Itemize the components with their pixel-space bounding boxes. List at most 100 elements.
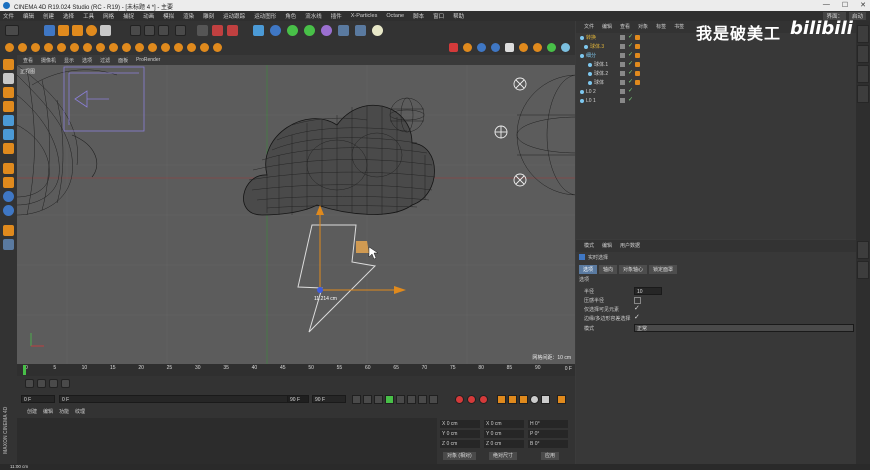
- menu-plugins[interactable]: 插件: [331, 12, 342, 20]
- x-axis-lock-icon[interactable]: [130, 25, 141, 36]
- coord-x-size-field[interactable]: X 0 cm: [484, 420, 524, 428]
- tab-structure[interactable]: [857, 65, 869, 83]
- om-menu-file[interactable]: 文件: [584, 23, 594, 31]
- uv-tool-icon[interactable]: [3, 143, 14, 154]
- texture-axis-icon[interactable]: [3, 87, 14, 98]
- coord-y-size-field[interactable]: Y 0 cm: [484, 430, 524, 438]
- menu-motion-tracking[interactable]: 运动跟踪: [223, 12, 245, 20]
- key-rotation-icon[interactable]: [519, 395, 528, 404]
- octane-live-icon[interactable]: [463, 43, 472, 52]
- menu-sculpt[interactable]: 雕刻: [203, 12, 214, 20]
- close-button[interactable]: ✕: [860, 1, 866, 9]
- octane-sphere-icon[interactable]: [491, 43, 500, 52]
- quantize-icon[interactable]: [200, 43, 209, 52]
- pen-spline-icon[interactable]: [270, 25, 281, 36]
- checker-texture-icon[interactable]: [3, 73, 14, 84]
- go-to-end-icon[interactable]: [418, 395, 427, 404]
- enabled-check-icon[interactable]: ✓: [628, 96, 633, 104]
- am-menu-userdata[interactable]: 用户数据: [620, 242, 640, 250]
- material-menu-texture[interactable]: 纹理: [75, 408, 85, 416]
- om-menu-objects[interactable]: 对象: [638, 23, 648, 31]
- scale-icon[interactable]: [72, 25, 83, 36]
- grid-tool-icon[interactable]: [3, 239, 14, 250]
- snapping-tool-icon[interactable]: [3, 191, 14, 202]
- deformer-icon[interactable]: [321, 25, 332, 36]
- render-view-icon[interactable]: [197, 25, 208, 36]
- edge-mode-icon[interactable]: [70, 43, 79, 52]
- front-viewport[interactable]: 正视图 11.214 cm 网格间距：10 cm: [17, 65, 575, 364]
- soft-selection-icon[interactable]: [148, 43, 157, 52]
- keyframe-icon[interactable]: [37, 379, 46, 388]
- vp-menu-prorender[interactable]: ProRender: [136, 57, 160, 63]
- coord-apply-button[interactable]: 应用: [541, 452, 560, 460]
- menu-render[interactable]: 渲染: [183, 12, 194, 20]
- vp-menu-display[interactable]: 显示: [64, 57, 74, 64]
- menu-snap[interactable]: 捕捉: [123, 12, 134, 20]
- menu-pipeline[interactable]: 流水线: [305, 12, 322, 20]
- recent-tool-icon[interactable]: [100, 25, 111, 36]
- menu-tools[interactable]: 工具: [83, 12, 94, 20]
- array-icon[interactable]: [304, 25, 315, 36]
- attr-tab-axis[interactable]: 轴向: [599, 265, 618, 274]
- attr-tab-object-axis[interactable]: 对象轴心: [619, 265, 648, 274]
- enabled-check-icon[interactable]: ✓: [628, 33, 633, 41]
- object-tag-icon[interactable]: [635, 53, 640, 58]
- visibility-dot-icon[interactable]: [620, 53, 625, 58]
- octane-material-icon[interactable]: [477, 43, 486, 52]
- timeline-ruler[interactable]: 0 5 10 15 20 25 30 35 40 45 50 55 60 65 70 75 80 85 90 0 F: [17, 364, 575, 376]
- make-editable-tool-icon[interactable]: [3, 59, 14, 70]
- next-frame-icon[interactable]: [396, 395, 405, 404]
- octane-settings-icon[interactable]: [561, 43, 570, 52]
- maximize-button[interactable]: ☐: [842, 1, 848, 9]
- onion-icon[interactable]: [61, 379, 70, 388]
- object-row[interactable]: L0 1 ✓: [580, 97, 850, 105]
- rotate-icon[interactable]: [86, 25, 97, 36]
- coordinate-system-icon[interactable]: [175, 25, 186, 36]
- prev-frame-icon[interactable]: [374, 395, 383, 404]
- next-key-icon[interactable]: [407, 395, 416, 404]
- planar-workplane-icon[interactable]: [213, 43, 222, 52]
- object-row[interactable]: L0 2 ✓: [580, 88, 850, 96]
- enable-axis-icon[interactable]: [174, 43, 183, 52]
- lock-workplane-icon[interactable]: [187, 43, 196, 52]
- z-axis-lock-icon[interactable]: [158, 25, 169, 36]
- tab-content-browser[interactable]: [857, 45, 869, 63]
- visibility-dot-icon[interactable]: [620, 98, 625, 103]
- menu-octane[interactable]: Octane: [386, 13, 404, 19]
- floor-scene-icon[interactable]: [338, 25, 349, 36]
- texture-mode-icon[interactable]: [31, 43, 40, 52]
- axis-mode-icon[interactable]: [122, 43, 131, 52]
- play-icon[interactable]: [385, 395, 394, 404]
- auto-key-icon[interactable]: [467, 395, 476, 404]
- key-scale-icon[interactable]: [508, 395, 517, 404]
- key-selection-icon[interactable]: [479, 395, 488, 404]
- object-row[interactable]: 球体.1 ✓: [580, 61, 850, 69]
- tab-layers[interactable]: [857, 85, 869, 103]
- max-frame-field[interactable]: 90 F: [287, 395, 309, 403]
- menu-animate[interactable]: 动画: [143, 12, 154, 20]
- am-menu-edit[interactable]: 编辑: [602, 242, 612, 250]
- enabled-check-icon[interactable]: ✓: [628, 69, 633, 77]
- octane-light-icon[interactable]: [519, 43, 528, 52]
- visibility-dot-icon[interactable]: [620, 89, 625, 94]
- vp-menu-view[interactable]: 查看: [23, 57, 33, 64]
- go-to-start-icon[interactable]: [352, 395, 361, 404]
- move-icon[interactable]: [58, 25, 69, 36]
- octane-camera-icon[interactable]: [505, 43, 514, 52]
- pressure-radius-checkbox[interactable]: [634, 297, 641, 304]
- polygon-mode-icon[interactable]: [83, 43, 92, 52]
- vp-menu-panel[interactable]: 面板: [118, 57, 128, 64]
- frame-range-field[interactable]: 0 F: [59, 395, 309, 403]
- menu-character[interactable]: 角色: [285, 12, 296, 20]
- material-menu-function[interactable]: 功能: [59, 408, 69, 416]
- timeline-window-icon[interactable]: [557, 395, 566, 404]
- workplane-tool-icon[interactable]: [3, 225, 14, 236]
- coord-z-pos-field[interactable]: Z 0 cm: [440, 440, 480, 448]
- lock-tool-icon[interactable]: [3, 205, 14, 216]
- subdivision-surface-icon[interactable]: [287, 25, 298, 36]
- tab-objects[interactable]: [857, 25, 869, 43]
- om-menu-view[interactable]: 查看: [620, 23, 630, 31]
- octane-render-icon[interactable]: [449, 43, 458, 52]
- menu-simulate[interactable]: 模拟: [163, 12, 174, 20]
- om-menu-tags[interactable]: 标签: [656, 23, 666, 31]
